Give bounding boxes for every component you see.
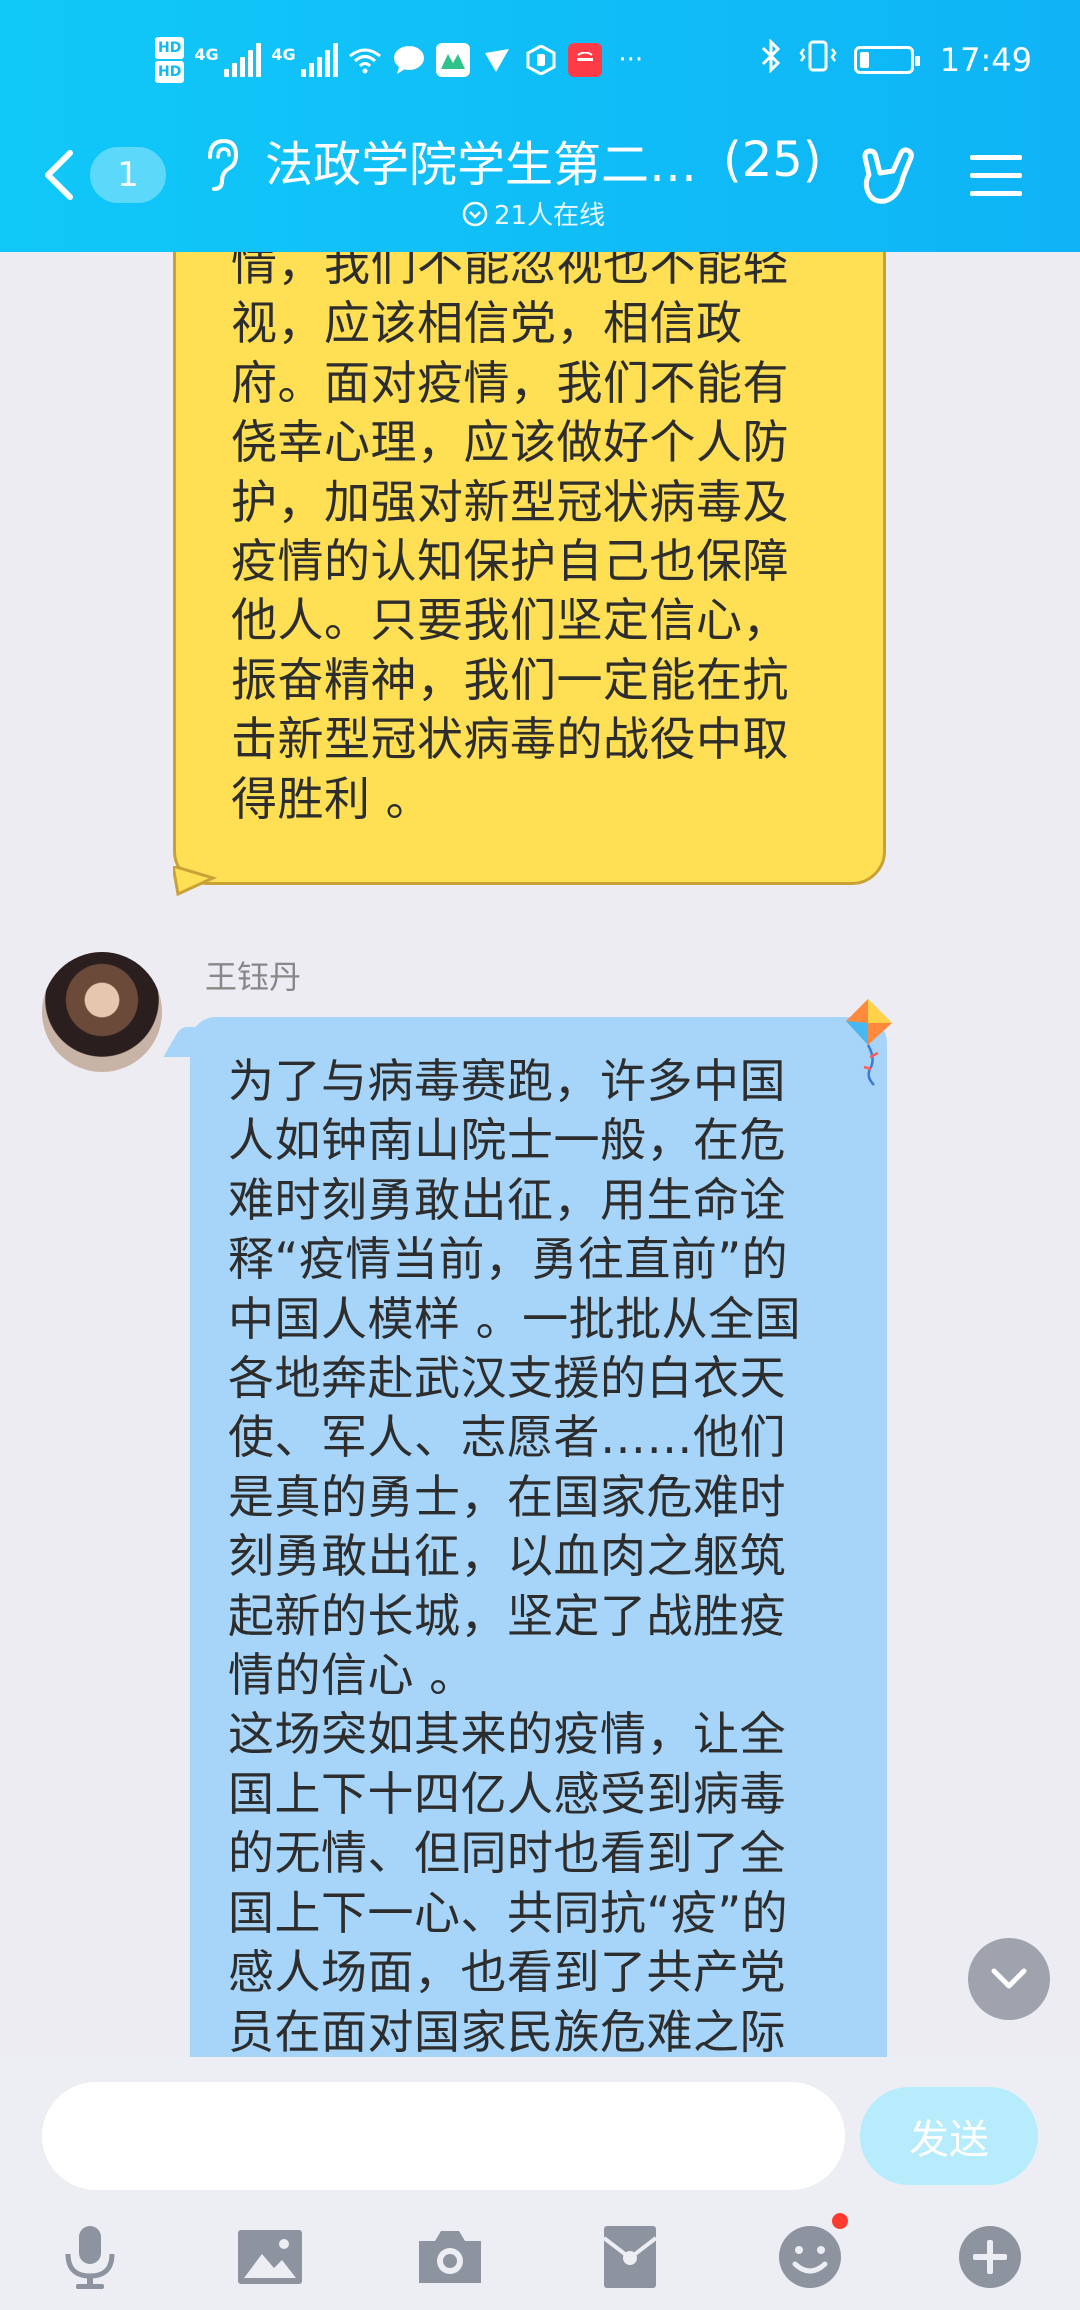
wifi-icon xyxy=(348,43,382,77)
message-text: 为了与病毒赛跑，许多中国 人如钟南山院士一般，在危 难时刻勇敢出征，用生命诠 释… xyxy=(228,1054,802,2057)
chat-title[interactable]: 法政学院学生第二… (25) xyxy=(265,125,845,195)
send-button[interactable]: 发送 xyxy=(860,2087,1038,2185)
message-icon xyxy=(392,43,426,77)
app-icon xyxy=(436,43,471,77)
battery-icon xyxy=(853,46,920,74)
huawei-icon xyxy=(568,43,603,77)
back-icon[interactable] xyxy=(40,145,90,205)
outgoing-message-bubble[interactable]: 情，我们不能忽视也不能轻 视，应该相信党，相信政 府。面对疫情，我们不能有 侥幸… xyxy=(173,252,886,896)
kite-icon xyxy=(846,999,892,1086)
app-icon xyxy=(480,43,514,77)
camera-icon[interactable] xyxy=(410,2217,490,2297)
group-name: 法政学院学生第二… xyxy=(265,137,698,193)
red-packet-icon[interactable] xyxy=(590,2217,670,2297)
bubble-tail xyxy=(173,866,218,896)
ear-icon[interactable] xyxy=(200,137,244,197)
hd-indicator: HD HD xyxy=(155,36,185,84)
signal-icon: 4G xyxy=(194,43,262,77)
plus-icon[interactable] xyxy=(950,2217,1030,2297)
clock: 17:49 xyxy=(939,41,1032,79)
chat-header: HD HD 4G 4G ··· 17:49 1 法政学院学生第二… (25) 2… xyxy=(0,0,1080,252)
sender-name[interactable]: 王钰丹 xyxy=(205,952,301,998)
chevron-down-icon xyxy=(462,201,488,226)
member-count: (25) xyxy=(723,132,822,188)
unread-badge[interactable]: 1 xyxy=(90,147,166,203)
composer-bar: 发送 xyxy=(0,2057,1080,2310)
incoming-message-bubble[interactable]: 为了与病毒赛跑，许多中国 人如钟南山院士一般，在危 难时刻勇敢出征，用生命诠 释… xyxy=(190,1017,887,2057)
avatar[interactable] xyxy=(42,952,162,1072)
notification-dot xyxy=(832,2213,848,2229)
gesture-hand-icon[interactable] xyxy=(855,145,919,209)
message-text: 情，我们不能忽视也不能轻 视，应该相信党，相信政 府。面对疫情，我们不能有 侥幸… xyxy=(231,252,789,826)
online-status[interactable]: 21人在线 xyxy=(462,195,605,232)
image-icon[interactable] xyxy=(230,2217,310,2297)
microphone-icon[interactable] xyxy=(50,2217,130,2297)
signal-icon: 4G xyxy=(271,43,339,77)
nav-bar: 1 法政学院学生第二… (25) 21人在线 xyxy=(0,115,1080,235)
message-input[interactable] xyxy=(42,2082,845,2190)
online-count: 21人在线 xyxy=(494,201,606,231)
hand-icon xyxy=(524,43,558,77)
vibrate-icon xyxy=(798,39,838,81)
more-icon: ··· xyxy=(618,45,644,75)
scroll-to-bottom-button[interactable] xyxy=(968,1938,1050,2020)
input-toolbar xyxy=(0,2213,1080,2307)
emoji-icon[interactable] xyxy=(770,2213,850,2297)
menu-icon[interactable] xyxy=(968,151,1024,201)
status-bar: HD HD 4G 4G ··· 17:49 xyxy=(0,30,1080,90)
message-list[interactable]: 情，我们不能忽视也不能轻 视，应该相信党，相信政 府。面对疫情，我们不能有 侥幸… xyxy=(0,252,1080,2057)
chevron-down-icon xyxy=(991,1968,1027,1989)
bluetooth-icon xyxy=(760,38,782,81)
